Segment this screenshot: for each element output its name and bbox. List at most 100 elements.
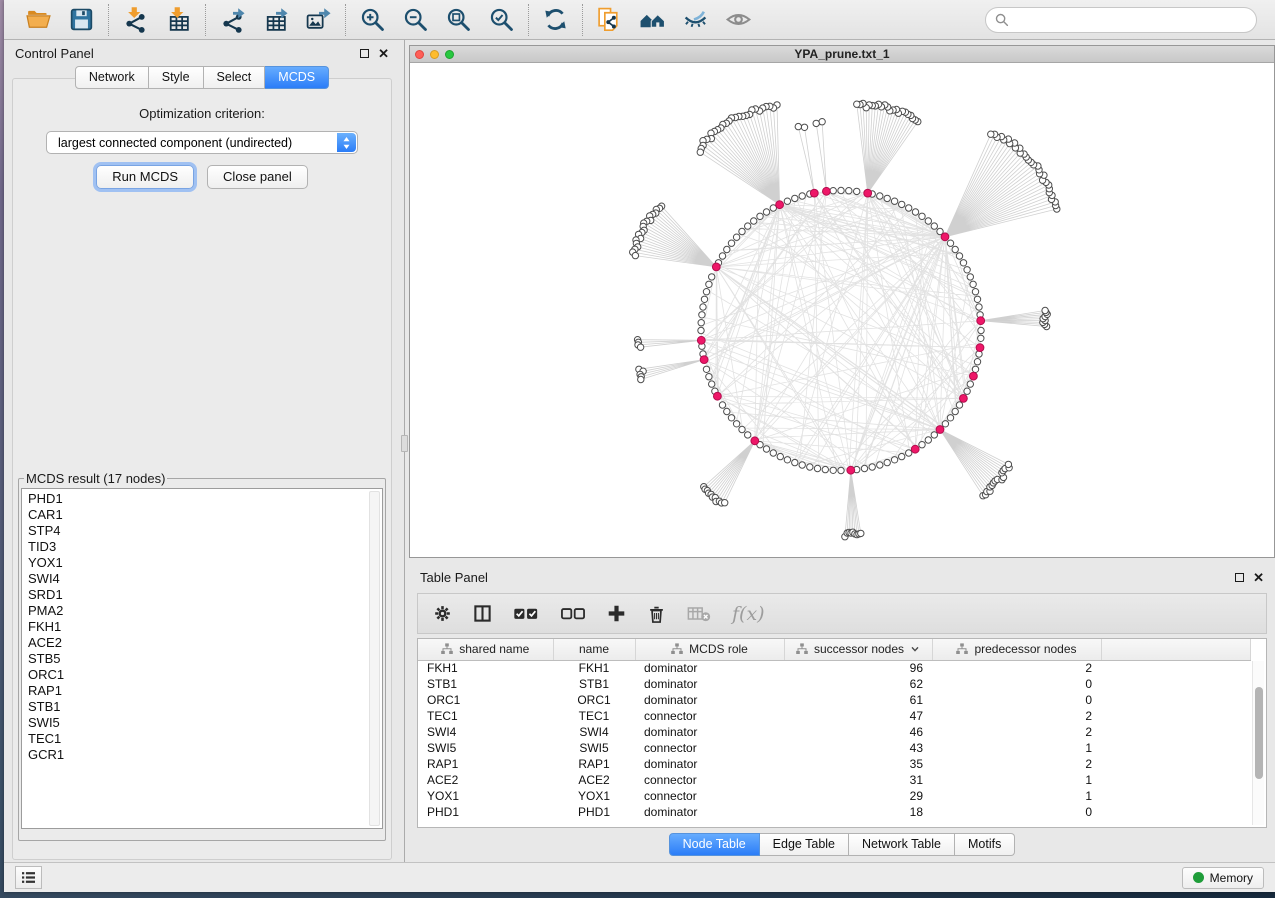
mcds-result-item[interactable]: STP4 (28, 523, 366, 539)
table-cell[interactable]: 2 (932, 756, 1101, 772)
search-box[interactable] (985, 7, 1257, 33)
mcds-result-item[interactable]: STB1 (28, 699, 366, 715)
table-cell[interactable]: TEC1 (418, 708, 553, 724)
select-all-icon[interactable] (513, 605, 539, 622)
refresh-layout-icon[interactable] (542, 6, 569, 33)
mcds-result-item[interactable]: SWI4 (28, 571, 366, 587)
tab-node-table[interactable]: Node Table (669, 833, 760, 856)
table-cell[interactable]: 46 (784, 724, 932, 740)
table-cell[interactable]: RAP1 (553, 756, 635, 772)
export-table-icon[interactable] (262, 6, 289, 33)
table-cell[interactable]: STB1 (553, 676, 635, 692)
export-image-icon[interactable] (305, 6, 332, 33)
tab-mcds[interactable]: MCDS (265, 66, 329, 89)
table-cell[interactable]: ORC1 (553, 692, 635, 708)
new-network-from-selection-icon[interactable] (596, 6, 623, 33)
table-cell[interactable]: 43 (784, 740, 932, 756)
table-cell[interactable]: YOX1 (418, 788, 553, 804)
mcds-result-item[interactable]: PHD1 (28, 491, 366, 507)
table-cell[interactable]: dominator (635, 724, 784, 740)
save-session-icon[interactable] (68, 6, 95, 33)
import-table-icon[interactable] (165, 6, 192, 33)
table-cell[interactable]: PHD1 (553, 804, 635, 820)
table-cell[interactable]: 2 (932, 660, 1101, 676)
tab-style[interactable]: Style (149, 66, 204, 89)
mcds-result-item[interactable]: SWI5 (28, 715, 366, 731)
table-scrollbar[interactable] (1252, 661, 1264, 825)
table-cell[interactable]: 29 (784, 788, 932, 804)
table-cell[interactable]: 1 (932, 788, 1101, 804)
splitter-handle[interactable] (401, 435, 408, 452)
table-cell[interactable]: dominator (635, 660, 784, 676)
column-selector-icon[interactable] (473, 604, 492, 623)
mcds-result-item[interactable]: CAR1 (28, 507, 366, 523)
table-cell[interactable]: FKH1 (553, 660, 635, 676)
table-cell[interactable]: 0 (932, 692, 1101, 708)
column-header-name[interactable]: name (553, 639, 635, 660)
zoom-fit-icon[interactable] (445, 6, 472, 33)
table-panel-close-button[interactable]: ✕ (1253, 571, 1264, 584)
mcds-result-list[interactable]: PHD1CAR1STP4TID3YOX1SWI4SRD1PMA2FKH1ACE2… (21, 488, 383, 829)
table-cell[interactable]: 0 (932, 676, 1101, 692)
zoom-in-icon[interactable] (359, 6, 386, 33)
table-row[interactable]: TEC1TEC1connector472 (418, 708, 1251, 724)
table-cell[interactable]: STB1 (418, 676, 553, 692)
open-session-icon[interactable] (25, 6, 52, 33)
table-cell[interactable]: dominator (635, 692, 784, 708)
run-mcds-button[interactable]: Run MCDS (96, 165, 194, 189)
table-cell[interactable]: PHD1 (418, 804, 553, 820)
tab-network-table[interactable]: Network Table (849, 833, 955, 856)
table-cell[interactable]: 1 (932, 740, 1101, 756)
mcds-list-scrollbar[interactable] (369, 491, 380, 826)
table-cell[interactable]: 0 (932, 804, 1101, 820)
task-history-button[interactable] (15, 866, 42, 889)
control-panel-float-button[interactable] (360, 49, 369, 58)
table-row[interactable]: FKH1FKH1dominator962 (418, 660, 1251, 676)
network-canvas[interactable] (410, 63, 1274, 557)
mcds-result-item[interactable]: SRD1 (28, 587, 366, 603)
table-cell[interactable]: FKH1 (418, 660, 553, 676)
mcds-result-item[interactable]: YOX1 (28, 555, 366, 571)
table-cell[interactable]: 2 (932, 708, 1101, 724)
table-cell[interactable]: SWI4 (418, 724, 553, 740)
mcds-result-item[interactable]: PMA2 (28, 603, 366, 619)
table-cell[interactable]: ACE2 (553, 772, 635, 788)
zoom-out-icon[interactable] (402, 6, 429, 33)
tab-select[interactable]: Select (204, 66, 266, 89)
mcds-result-item[interactable]: STB5 (28, 651, 366, 667)
column-header-mcds-role[interactable]: MCDS role (635, 639, 784, 660)
table-cell[interactable]: TEC1 (553, 708, 635, 724)
table-cell[interactable]: 35 (784, 756, 932, 772)
add-icon[interactable] (607, 604, 626, 623)
table-cell[interactable]: connector (635, 740, 784, 756)
table-cell[interactable]: connector (635, 788, 784, 804)
mcds-result-item[interactable]: GCR1 (28, 747, 366, 763)
column-header-shared-name[interactable]: shared name (418, 639, 553, 660)
table-row[interactable]: RAP1RAP1dominator352 (418, 756, 1251, 772)
mcds-result-item[interactable]: FKH1 (28, 619, 366, 635)
table-cell[interactable]: ORC1 (418, 692, 553, 708)
table-row[interactable]: ORC1ORC1dominator610 (418, 692, 1251, 708)
export-network-icon[interactable] (219, 6, 246, 33)
table-panel-float-button[interactable] (1235, 573, 1244, 582)
table-cell[interactable]: SWI4 (553, 724, 635, 740)
table-row[interactable]: SWI5SWI5connector431 (418, 740, 1251, 756)
tab-edge-table[interactable]: Edge Table (760, 833, 849, 856)
table-cell[interactable]: dominator (635, 676, 784, 692)
mcds-result-item[interactable]: TID3 (28, 539, 366, 555)
tab-network[interactable]: Network (75, 66, 149, 89)
mcds-result-item[interactable]: ACE2 (28, 635, 366, 651)
optimization-criterion-select[interactable]: largest connected component (undirected) (46, 131, 358, 154)
memory-button[interactable]: Memory (1182, 867, 1264, 889)
table-row[interactable]: ACE2ACE2connector311 (418, 772, 1251, 788)
hide-selected-icon[interactable] (682, 6, 709, 33)
table-cell[interactable]: dominator (635, 804, 784, 820)
table-cell[interactable]: connector (635, 772, 784, 788)
table-cell[interactable]: 62 (784, 676, 932, 692)
table-cell[interactable]: RAP1 (418, 756, 553, 772)
table-cell[interactable]: 1 (932, 772, 1101, 788)
table-cell[interactable]: 18 (784, 804, 932, 820)
table-row[interactable]: SWI4SWI4dominator462 (418, 724, 1251, 740)
mcds-result-item[interactable]: ORC1 (28, 667, 366, 683)
column-header-predecessor-nodes[interactable]: predecessor nodes (932, 639, 1101, 660)
